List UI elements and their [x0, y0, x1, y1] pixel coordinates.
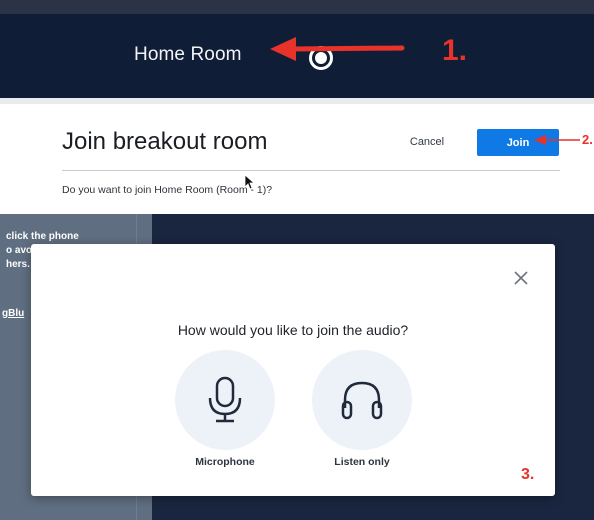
mouse-pointer-icon: [244, 174, 256, 190]
side-text-line: hers.: [6, 259, 30, 270]
audio-question: How would you like to join the audio?: [177, 322, 409, 338]
join-breakout-dialog: Join breakout room Cancel Join 2. Do you…: [0, 104, 594, 214]
listen-only-option[interactable]: Listen only: [312, 350, 412, 486]
audio-join-panel: click the phone o avo hers. gBlu How wou…: [0, 214, 594, 520]
close-icon[interactable]: [513, 270, 529, 286]
headphones-icon: [341, 381, 383, 420]
dialog-divider: [62, 170, 560, 171]
arrow-annotation-2: [534, 135, 580, 145]
audio-modal: How would you like to join the audio? Mi…: [31, 244, 555, 496]
arrow-annotation-1: [270, 37, 405, 61]
annotation-number-1: 1.: [442, 34, 468, 67]
microphone-option[interactable]: Microphone: [175, 350, 275, 486]
side-text-line: o avo: [6, 245, 33, 256]
side-link[interactable]: gBlu: [2, 308, 24, 319]
join-question-text: Do you want to join Home Room (Room - 1)…: [62, 184, 273, 196]
microphone-icon: [208, 376, 242, 423]
room-header-panel: Home Room 1.: [0, 0, 594, 104]
annotation-number-3: 3.: [521, 466, 535, 483]
side-text-line: click the phone: [6, 231, 79, 242]
microphone-option-label: Microphone: [195, 456, 255, 468]
annotation-number-2: 2.: [582, 132, 593, 147]
listen-only-option-label: Listen only: [334, 456, 390, 468]
microphone-option-circle[interactable]: [175, 350, 275, 450]
listen-only-option-circle[interactable]: [312, 350, 412, 450]
